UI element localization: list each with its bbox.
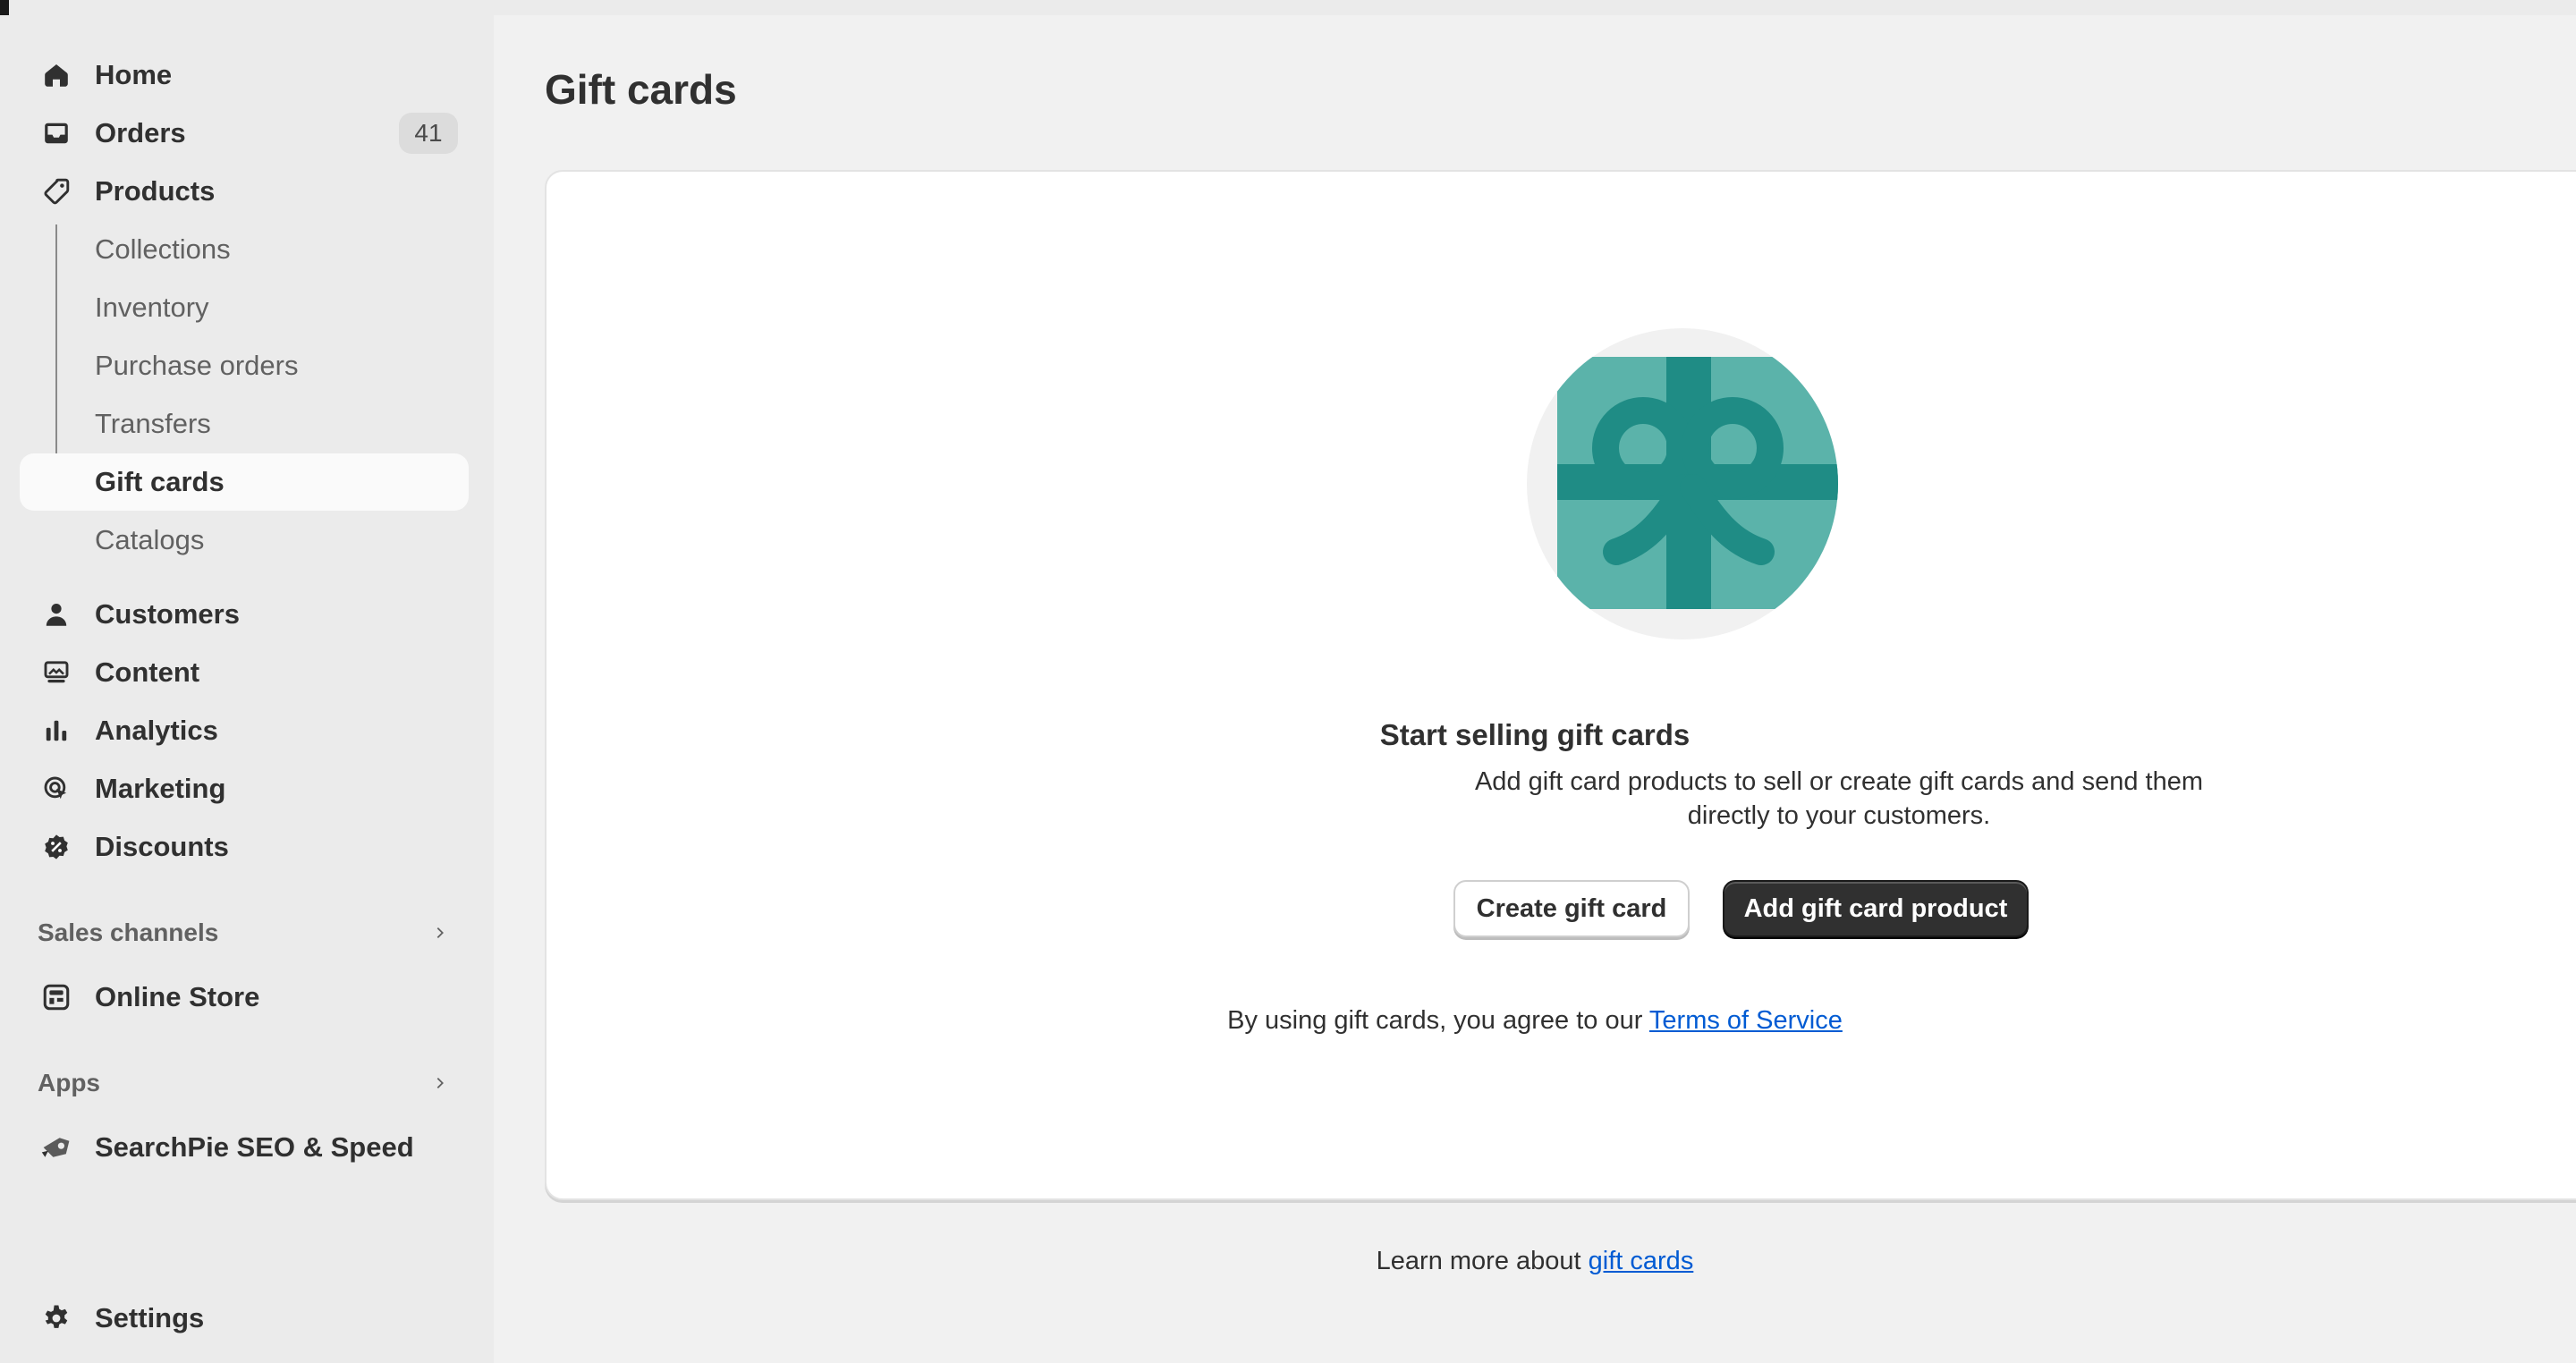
main-content: Gift cards Start selling gift cards Add … (494, 15, 2576, 1363)
learn-more-prefix-text: Learn more about (1376, 1247, 1589, 1275)
sidebar-item-settings[interactable]: Settings (20, 1290, 469, 1347)
gear-icon (39, 1301, 73, 1335)
sidebar-item-home[interactable]: Home (20, 47, 469, 104)
empty-state-description: Add gift card products to sell or create… (1474, 767, 2204, 830)
sidebar-item-label: Customers (95, 598, 240, 630)
store-icon (39, 980, 73, 1014)
sidebar-item-gift-cards[interactable]: Gift cards (20, 453, 469, 511)
target-icon (39, 772, 73, 806)
sidebar-item-label: Analytics (95, 715, 218, 746)
sidebar-item-label: SearchPie SEO & Speed (95, 1131, 414, 1163)
sidebar-item-collections[interactable]: Collections (20, 221, 469, 278)
browser-top-edge (0, 0, 2576, 15)
sidebar-item-marketing[interactable]: Marketing (20, 760, 469, 817)
sidebar-item-label: Purchase orders (95, 350, 299, 381)
orders-count-badge: 41 (399, 113, 458, 154)
sidebar-item-label: Online Store (95, 981, 260, 1012)
sidebar-item-label: Collections (95, 233, 231, 265)
gift-card-illustration-icon (1527, 328, 1838, 639)
sidebar-item-label: Home (95, 59, 173, 90)
chevron-right-icon (429, 1072, 451, 1094)
chevron-right-icon (429, 922, 451, 944)
sidebar: Home Orders 41 Products Collections Inve… (0, 15, 494, 1363)
discount-badge-icon (39, 830, 73, 864)
section-label: Sales channels (38, 919, 219, 946)
sidebar-item-customers[interactable]: Customers (20, 586, 469, 643)
terms-prefix-text: By using gift cards, you agree to our (1227, 1006, 1649, 1035)
sidebar-item-analytics[interactable]: Analytics (20, 702, 469, 759)
empty-state-card (545, 170, 2576, 1200)
sidebar-item-catalogs[interactable]: Catalogs (20, 512, 469, 569)
learn-more-footer: Learn more about gift cards (494, 1247, 2576, 1276)
sidebar-item-label: Orders (95, 117, 186, 148)
sidebar-item-label: Products (95, 175, 216, 207)
home-icon (39, 58, 73, 92)
sidebar-item-label: Content (95, 656, 200, 688)
sidebar-item-label: Transfers (95, 408, 211, 439)
sidebar-item-label: Gift cards (95, 466, 225, 497)
sidebar-item-label: Discounts (95, 831, 229, 862)
terms-notice: By using gift cards, you agree to our Te… (494, 1006, 2576, 1036)
tag-icon (39, 174, 73, 208)
person-icon (39, 597, 73, 631)
sidebar-item-purchase-orders[interactable]: Purchase orders (20, 337, 469, 394)
create-gift-card-button[interactable]: Create gift card (1453, 880, 1690, 937)
sidebar-item-label: Settings (95, 1302, 205, 1333)
empty-state-title: Start selling gift cards (1379, 718, 1690, 751)
sidebar-item-searchpie[interactable]: SearchPie SEO & Speed (20, 1119, 469, 1176)
sidebar-item-transfers[interactable]: Transfers (20, 395, 469, 453)
sidebar-item-inventory[interactable]: Inventory (20, 279, 469, 336)
inbox-icon (39, 116, 73, 150)
sidebar-item-label: Inventory (95, 292, 209, 323)
page-title: Gift cards (545, 66, 737, 113)
sidebar-item-orders[interactable]: Orders 41 (20, 105, 469, 162)
sidebar-item-products[interactable]: Products (20, 163, 469, 220)
terms-of-service-link[interactable]: Terms of Service (1649, 1006, 1843, 1035)
apps-section-header[interactable]: Apps (20, 1058, 469, 1108)
sales-channels-section-header[interactable]: Sales channels (20, 908, 469, 958)
sidebar-item-label: Marketing (95, 773, 226, 804)
gift-cards-help-link[interactable]: gift cards (1589, 1247, 1694, 1275)
section-label: Apps (38, 1069, 100, 1096)
sidebar-item-label: Catalogs (95, 524, 205, 555)
add-gift-card-product-button[interactable]: Add gift card product (1723, 880, 2029, 937)
sidebar-item-content[interactable]: Content (20, 644, 469, 701)
sidebar-item-discounts[interactable]: Discounts (20, 818, 469, 876)
sidebar-item-online-store[interactable]: Online Store (20, 969, 469, 1026)
searchpie-app-icon (39, 1130, 73, 1164)
bar-chart-icon (39, 714, 73, 748)
content-image-icon (39, 656, 73, 690)
